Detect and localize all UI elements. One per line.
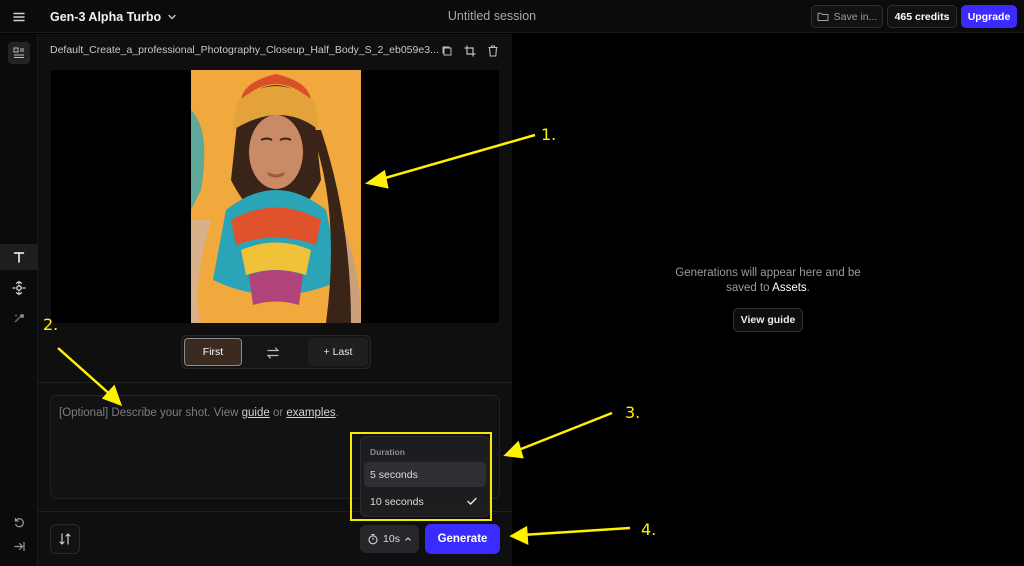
duration-value: 10s (383, 533, 400, 545)
duration-menu-title: Duration (370, 447, 405, 457)
prompt-text-part: [Optional] Describe your shot. View (59, 407, 242, 419)
empty-state-message: Generations will appear here and be save… (662, 266, 874, 296)
save-in-button[interactable]: Save in... (811, 5, 883, 28)
save-in-label: Save in... (833, 10, 878, 23)
crop-icon[interactable] (463, 44, 477, 58)
duration-menu: Duration 5 seconds 10 seconds (360, 436, 490, 517)
last-frame-button[interactable]: + Last (308, 338, 368, 366)
generate-button[interactable]: Generate (425, 524, 500, 554)
upgrade-button[interactable]: Upgrade (961, 5, 1017, 28)
reset-icon[interactable] (8, 511, 30, 533)
duration-option-label: 10 seconds (370, 495, 424, 508)
settings-button[interactable] (50, 524, 80, 554)
divider (38, 382, 512, 383)
empty-state-text: . (806, 282, 810, 294)
empty-state-line2: saved to Assets. (662, 281, 874, 296)
annotation-label-2: 2. (43, 315, 59, 334)
swap-frames-icon[interactable] (264, 344, 282, 362)
duration-button[interactable]: 10s (360, 525, 419, 553)
image-preview[interactable] (51, 70, 499, 323)
trash-icon[interactable] (486, 44, 500, 58)
sliders-icon (59, 533, 71, 545)
annotation-label-1: 1. (541, 125, 557, 144)
empty-state-text: saved to (726, 282, 773, 294)
annotation-label-3: 3. (625, 403, 641, 422)
top-bar: Gen-3 Alpha Turbo Untitled session Save … (0, 0, 1024, 33)
left-tool-rail (0, 34, 38, 566)
frame-selector: First + Last (181, 335, 371, 369)
assets-icon[interactable] (8, 42, 30, 64)
assets-link[interactable]: Assets (772, 282, 807, 294)
file-row: Default_Create_a_professional_Photograph… (50, 44, 506, 60)
hamburger-menu-icon[interactable] (11, 9, 27, 25)
chevron-down-icon (168, 14, 176, 20)
model-selector[interactable]: Gen-3 Alpha Turbo (50, 8, 177, 26)
check-icon (467, 497, 477, 505)
chevron-up-icon (405, 537, 411, 541)
prompt-text-part: or (269, 407, 287, 419)
footer-divider (38, 511, 512, 512)
duplicate-icon[interactable] (440, 44, 454, 58)
duration-option-5s[interactable]: 5 seconds (364, 462, 486, 487)
folder-icon (817, 12, 829, 21)
prompt-text-part: . (335, 407, 339, 419)
duration-option-label: 5 seconds (370, 468, 418, 481)
portrait-photo (191, 70, 361, 323)
first-frame-button[interactable]: First (184, 338, 242, 366)
guide-link[interactable]: guide (242, 407, 270, 419)
magic-icon[interactable] (8, 307, 30, 329)
text-tool-icon[interactable] (0, 244, 38, 270)
examples-link[interactable]: examples (286, 407, 335, 419)
collapse-icon[interactable] (8, 535, 30, 557)
view-guide-button[interactable]: View guide (733, 308, 803, 332)
editor-panel: Default_Create_a_professional_Photograph… (38, 34, 512, 566)
prompt-placeholder: [Optional] Describe your shot. View guid… (59, 407, 339, 419)
camera-control-icon[interactable] (8, 277, 30, 299)
timer-icon (368, 533, 378, 545)
last-frame-label: + Last (323, 346, 353, 358)
credits-button[interactable]: 465 credits (887, 5, 957, 28)
file-name: Default_Create_a_professional_Photograph… (50, 44, 439, 56)
empty-state-line1: Generations will appear here and be (675, 267, 861, 279)
annotation-label-4: 4. (641, 520, 657, 539)
first-frame-label: First (202, 346, 224, 358)
model-name: Gen-3 Alpha Turbo (50, 10, 162, 24)
session-title[interactable]: Untitled session (392, 9, 592, 23)
